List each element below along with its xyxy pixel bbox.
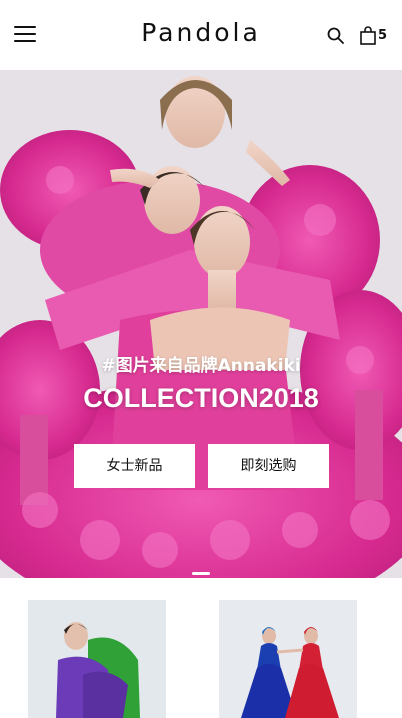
product-image-2 [219,600,357,718]
women-new-arrivals-button[interactable]: 女士新品 [74,444,195,488]
shop-now-button[interactable]: 即刻选购 [208,444,329,488]
cart-count-badge: 5 [378,28,388,43]
hero-image [0,70,402,578]
hero-tag: #图片来自品牌Annakiki [101,356,301,376]
search-icon[interactable] [327,27,344,44]
hero-title: COLLECTION2018 [83,383,319,413]
product-card-2[interactable] [219,600,357,718]
product-card-1[interactable] [28,600,166,718]
hero-banner[interactable]: #图片来自品牌Annakiki COLLECTION2018 女士新品 即刻选购 [0,70,402,578]
product-image-1 [28,600,166,718]
slide-dot-active[interactable] [192,572,210,575]
header: Pandola 5 [0,0,402,70]
slide-indicator[interactable] [0,560,402,575]
shopping-bag-icon[interactable] [359,26,377,46]
